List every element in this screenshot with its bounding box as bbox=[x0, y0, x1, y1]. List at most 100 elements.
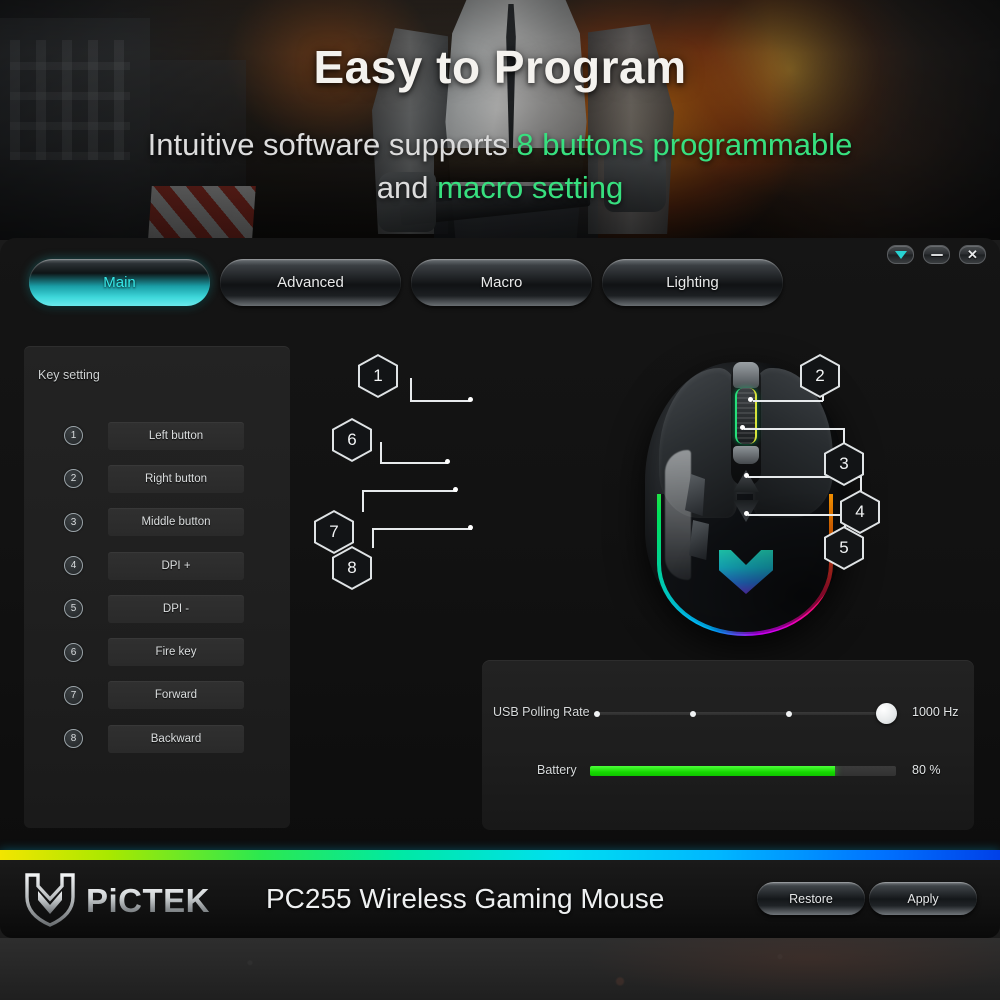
rgb-accent-strip bbox=[0, 850, 1000, 860]
callout-line-6 bbox=[380, 462, 448, 464]
callout-line-1-v bbox=[410, 378, 412, 401]
callout-line-6-v bbox=[380, 442, 382, 463]
callout-number-7: 7 bbox=[329, 522, 339, 541]
close-button[interactable]: ✕ bbox=[959, 245, 986, 264]
mouse-wheel-bottom-trim bbox=[733, 446, 759, 464]
polling-tick-1[interactable] bbox=[594, 710, 600, 717]
minimize-icon bbox=[930, 253, 943, 256]
callout-number-8: 8 bbox=[347, 558, 357, 577]
polling-rate-label: USB Polling Rate bbox=[493, 705, 590, 719]
key-assign-button-5[interactable]: DPI - bbox=[108, 594, 244, 623]
callout-dot-6 bbox=[445, 459, 450, 464]
polling-rate-slider[interactable] bbox=[594, 703, 897, 724]
polling-tick-3[interactable] bbox=[786, 710, 792, 717]
restore-button[interactable]: Restore bbox=[757, 882, 865, 915]
tab-advanced[interactable]: Advanced bbox=[220, 259, 401, 306]
polling-tick-2[interactable] bbox=[690, 710, 696, 717]
callout-badge-7: 7 bbox=[314, 510, 354, 554]
hero-banner: Easy to Program Intuitive software suppo… bbox=[0, 0, 1000, 240]
key-setting-row-5: 5 DPI - bbox=[24, 587, 290, 630]
callout-line-8-v bbox=[372, 528, 374, 548]
pictek-shield-logo-icon bbox=[25, 873, 75, 927]
callout-dot-8 bbox=[468, 525, 473, 530]
key-badge-2: 2 bbox=[64, 469, 83, 489]
callout-badge-6: 6 bbox=[332, 418, 372, 462]
app-footer: PiCTEK PC255 Wireless Gaming Mouse Resto… bbox=[0, 860, 1000, 938]
brand-name: PiCTEK bbox=[86, 882, 211, 919]
page-bottom-background bbox=[0, 938, 1000, 1000]
collapse-button[interactable] bbox=[887, 245, 914, 264]
hero-subtitle-highlight-1: 8 buttons programmable bbox=[516, 127, 853, 162]
key-badge-4: 4 bbox=[64, 556, 83, 576]
polling-rate-knob[interactable] bbox=[876, 703, 897, 724]
hero-subtitle-highlight-2: macro setting bbox=[437, 169, 624, 205]
mouse-diagram: 1 2 3 4 5 6 7 8 bbox=[300, 338, 990, 638]
callout-line-2 bbox=[753, 400, 823, 402]
key-assign-button-4[interactable]: DPI + bbox=[108, 551, 244, 580]
battery-value: 80 % bbox=[912, 763, 941, 777]
key-assign-button-8[interactable]: Backward bbox=[108, 724, 244, 753]
window-controls: ✕ bbox=[887, 245, 986, 264]
key-badge-1: 1 bbox=[64, 426, 83, 446]
callout-badge-1: 1 bbox=[358, 354, 398, 398]
callout-badge-8: 8 bbox=[332, 546, 372, 590]
key-assign-button-1[interactable]: Left button bbox=[108, 421, 244, 450]
application-window: ✕ Main Advanced Macro Lighting Key setti… bbox=[0, 238, 1000, 850]
key-setting-row-3: 3 Middle button bbox=[24, 501, 290, 544]
key-setting-row-2: 2 Right button bbox=[24, 457, 290, 500]
callout-dot-5 bbox=[744, 511, 749, 516]
key-badge-5: 5 bbox=[64, 599, 83, 619]
battery-progress-bar bbox=[590, 766, 896, 776]
callout-line-7-v bbox=[362, 490, 364, 512]
battery-progress-fill bbox=[590, 766, 835, 776]
tab-lighting[interactable]: Lighting bbox=[602, 259, 783, 306]
mouse-image bbox=[645, 354, 845, 644]
key-assign-button-6[interactable]: Fire key bbox=[108, 638, 244, 667]
polling-rate-value: 1000 Hz bbox=[912, 705, 959, 719]
callout-line-3-v bbox=[843, 428, 845, 444]
key-assign-button-2[interactable]: Right button bbox=[108, 464, 244, 493]
hero-subtitle-part-2: and bbox=[376, 169, 438, 205]
callout-line-7 bbox=[362, 490, 457, 492]
key-assign-button-7[interactable]: Forward bbox=[108, 681, 244, 710]
key-badge-3: 3 bbox=[64, 512, 83, 532]
callout-line-3 bbox=[744, 428, 844, 430]
key-setting-row-4: 4 DPI + bbox=[24, 544, 290, 587]
key-setting-row-8: 8 Backward bbox=[24, 717, 290, 760]
close-icon: ✕ bbox=[967, 247, 978, 262]
callout-dot-4 bbox=[744, 473, 749, 478]
key-setting-row-6: 6 Fire key bbox=[24, 630, 290, 673]
callout-dot-2 bbox=[748, 397, 753, 402]
device-settings-panel: USB Polling Rate 1000 Hz Battery 80 % bbox=[482, 660, 974, 830]
callout-line-4-v bbox=[860, 476, 862, 492]
callout-line-5 bbox=[748, 514, 845, 516]
callout-line-8 bbox=[372, 528, 472, 530]
mouse-wheel-top-trim bbox=[733, 362, 759, 388]
key-setting-list: 1 Left button 2 Right button 3 Middle bu… bbox=[24, 414, 290, 760]
chevron-down-icon bbox=[894, 250, 907, 259]
key-badge-8: 8 bbox=[64, 729, 83, 749]
apply-button[interactable]: Apply bbox=[869, 882, 977, 915]
hero-subtitle: Intuitive software supports 8 buttons pr… bbox=[60, 124, 940, 210]
callout-dot-3 bbox=[740, 425, 745, 430]
tab-macro[interactable]: Macro bbox=[411, 259, 592, 306]
key-setting-row-7: 7 Forward bbox=[24, 674, 290, 717]
key-badge-7: 7 bbox=[64, 685, 83, 705]
tab-main[interactable]: Main bbox=[29, 259, 210, 306]
minimize-button[interactable] bbox=[923, 245, 950, 264]
callout-number-1: 1 bbox=[373, 366, 383, 385]
mouse-thumb-edge-highlight bbox=[665, 450, 691, 580]
hero-title: Easy to Program bbox=[313, 41, 687, 93]
key-setting-title: Key setting bbox=[38, 368, 100, 382]
callout-number-6: 6 bbox=[347, 430, 357, 449]
mouse-scroll-wheel bbox=[735, 388, 757, 444]
product-model-name: PC255 Wireless Gaming Mouse bbox=[266, 883, 665, 914]
key-assign-button-3[interactable]: Middle button bbox=[108, 508, 244, 537]
battery-label: Battery bbox=[537, 763, 577, 777]
hero-text-block: Easy to Program Intuitive software suppo… bbox=[0, 0, 1000, 240]
hero-subtitle-part-1: Intuitive software supports bbox=[147, 127, 517, 162]
tab-bar: Main Advanced Macro Lighting bbox=[29, 259, 783, 306]
key-setting-panel: Key setting 1 Left button 2 Right button… bbox=[24, 346, 290, 828]
callout-dot-1 bbox=[468, 397, 473, 402]
key-setting-row-1: 1 Left button bbox=[24, 414, 290, 457]
